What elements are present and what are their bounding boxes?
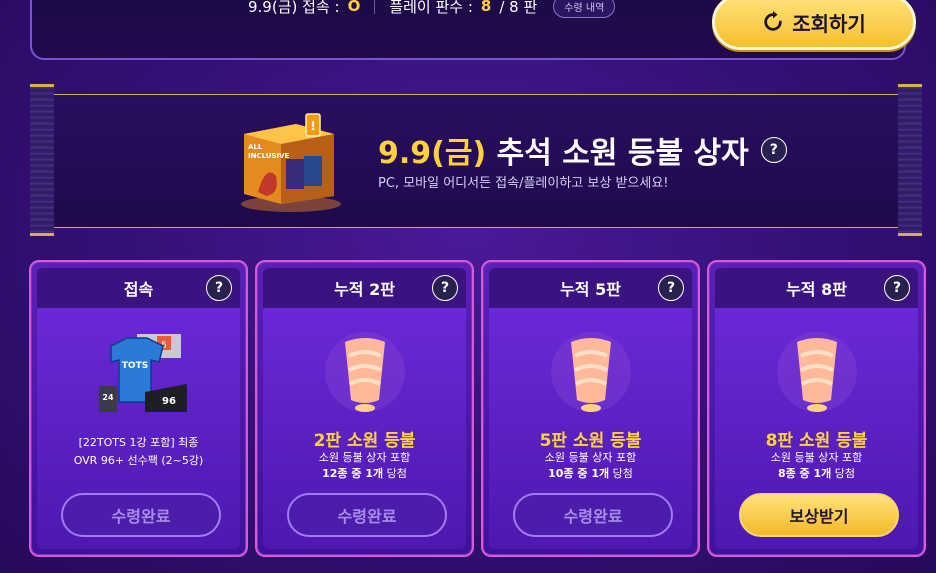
card-header: 누적 8판 ? xyxy=(715,268,918,308)
card-body: 5 TOTS 24 96 [22TOTS 1강 포함] 최종 OVR 96+ 선… xyxy=(37,308,240,549)
date-access-label: 9.9(금) 접속 : xyxy=(248,0,340,16)
card-body: 2판 소원 등불 소원 등불 상자 포함 12종 중 1개 당첨 수령완료 xyxy=(263,308,466,549)
access-value: O xyxy=(347,0,361,15)
banner-title-text: 추석 소원 등불 상자 xyxy=(496,136,749,171)
card-body: 5판 소원 등불 소원 등불 상자 포함 10종 중 1개 당첨 수령완료 xyxy=(489,308,692,549)
help-icon[interactable]: ? xyxy=(884,275,910,301)
scroll-rod-right xyxy=(898,84,922,236)
svg-text:TOTS: TOTS xyxy=(121,361,147,371)
refresh-button[interactable]: 조회하기 xyxy=(712,0,916,50)
claimed-button[interactable]: 수령완료 xyxy=(61,493,221,537)
svg-text:96: 96 xyxy=(162,396,176,407)
divider xyxy=(374,0,376,14)
reward-desc-line1: 소원 등불 상자 포함 xyxy=(770,451,863,464)
reward-desc-line2: 12종 중 1개 당첨 xyxy=(322,467,407,480)
card-body: 8판 소원 등불 소원 등불 상자 포함 8종 중 1개 당첨 보상받기 xyxy=(715,308,918,549)
chest-icon: ! ALL INCLUSIVE xyxy=(241,113,341,212)
lantern-icon xyxy=(550,332,631,412)
banner-subtitle: PC, 모바일 어디서든 접속/플레이하고 보상 받으세요! xyxy=(378,176,669,191)
claimed-button[interactable]: 수령완료 xyxy=(287,493,447,537)
reward-desc-line2: OVR 96+ 선수팩 (2~5강) xyxy=(73,454,204,467)
claim-reward-button[interactable]: 보상받기 xyxy=(739,493,899,537)
banner-title: 9.9(금) 추석 소원 등불 상자 ? xyxy=(378,128,787,172)
reward-card-access: 접속 ? 5 TOTS 24 96 [22TOTS 1강 포함] 최종 OVR … xyxy=(29,260,248,557)
reward-description: 소원 등불 상자 포함 12종 중 1개 당첨 xyxy=(263,450,466,482)
banner-title-date: 9.9(금) xyxy=(378,136,487,171)
plays-label: 플레이 판수 : xyxy=(389,0,473,16)
reward-card-2-plays: 누적 2판 ? 2판 소원 등불 소원 등불 상자 포함 12종 중 1개 당첨… xyxy=(255,260,474,557)
svg-text:24: 24 xyxy=(102,393,114,402)
card-title: 누적 2판 xyxy=(334,280,395,299)
help-icon[interactable]: ? xyxy=(206,275,232,301)
help-icon[interactable]: ? xyxy=(658,275,684,301)
lantern-icon xyxy=(776,332,857,412)
history-button[interactable]: 수령 내역 xyxy=(553,0,616,18)
svg-text:INCLUSIVE: INCLUSIVE xyxy=(248,152,290,160)
reward-card-5-plays: 누적 5판 ? 5판 소원 등불 소원 등불 상자 포함 10종 중 1개 당첨… xyxy=(481,260,700,557)
card-header: 누적 5판 ? xyxy=(489,268,692,308)
refresh-icon xyxy=(764,11,782,31)
svg-text:ALL: ALL xyxy=(248,143,263,151)
reward-card-8-plays: 누적 8판 ? 8판 소원 등불 소원 등불 상자 포함 8종 중 1개 당첨 … xyxy=(707,260,926,557)
card-header: 누적 2판 ? xyxy=(263,268,466,308)
card-title: 누적 5판 xyxy=(560,280,621,299)
reward-desc-line2: 10종 중 1개 당첨 xyxy=(548,467,633,480)
claimed-button[interactable]: 수령완료 xyxy=(513,493,673,537)
reward-name: 5판 소원 등불 xyxy=(539,431,642,451)
player-pack-icon: 5 TOTS 24 96 xyxy=(98,334,187,412)
reward-desc-line1: 소원 등불 상자 포함 xyxy=(318,451,411,464)
card-header: 접속 ? xyxy=(37,268,240,308)
reward-desc-line2: 8종 중 1개 당첨 xyxy=(777,467,856,480)
reward-description: [22TOTS 1강 포함] 최종 OVR 96+ 선수팩 (2~5강) xyxy=(45,434,232,470)
refresh-label: 조회하기 xyxy=(792,11,866,36)
reward-description: 소원 등불 상자 포함 10종 중 1개 당첨 xyxy=(489,450,692,482)
plays-total: / 8 판 xyxy=(499,0,538,16)
reward-desc-line1: 소원 등불 상자 포함 xyxy=(544,451,637,464)
scroll-rod-left xyxy=(30,84,54,236)
help-icon[interactable]: ? xyxy=(760,137,787,163)
reward-description: 소원 등불 상자 포함 8종 중 1개 당첨 xyxy=(715,450,918,482)
svg-text:!: ! xyxy=(310,119,315,133)
plays-current: 8 xyxy=(480,0,492,15)
reward-name: 8판 소원 등불 xyxy=(765,431,868,451)
card-title: 누적 8판 xyxy=(786,280,847,299)
reward-desc-line1: [22TOTS 1강 포함] 최종 xyxy=(78,436,199,449)
card-title: 접속 xyxy=(123,280,154,299)
reward-name: 2판 소원 등불 xyxy=(313,431,416,451)
help-icon[interactable]: ? xyxy=(432,275,458,301)
status-line: 9.9(금) 접속 : O 플레이 판수 : 8 / 8 판 수령 내역 xyxy=(248,0,616,18)
lantern-icon xyxy=(324,332,405,412)
